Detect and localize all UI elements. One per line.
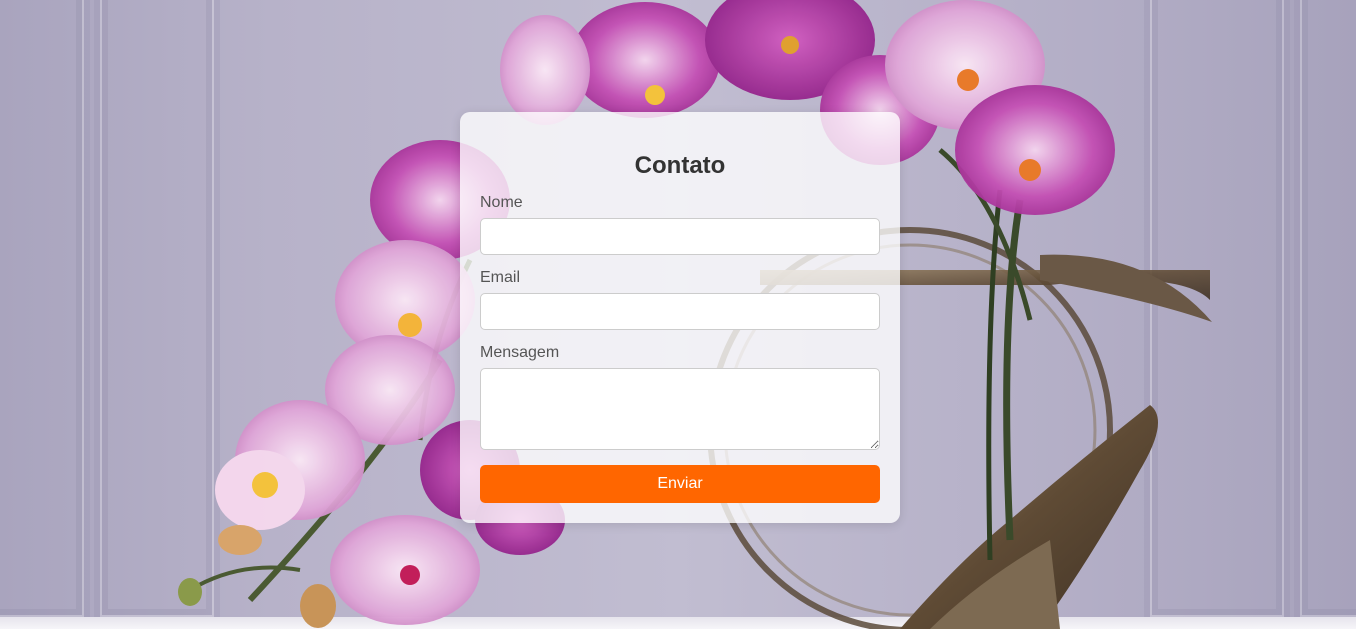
email-input[interactable] (480, 293, 880, 330)
form-title: Contato (634, 152, 726, 179)
page-background: Contato Nome Email Mensagem Enviar (0, 0, 1356, 629)
contact-form-card: Contato Nome Email Mensagem Enviar (460, 112, 900, 523)
message-label: Mensagem (480, 344, 560, 361)
name-input[interactable] (480, 218, 880, 255)
name-label: Nome (480, 194, 523, 211)
submit-button[interactable]: Enviar (480, 465, 880, 503)
message-textarea[interactable] (480, 368, 880, 450)
email-label: Email (480, 269, 521, 286)
